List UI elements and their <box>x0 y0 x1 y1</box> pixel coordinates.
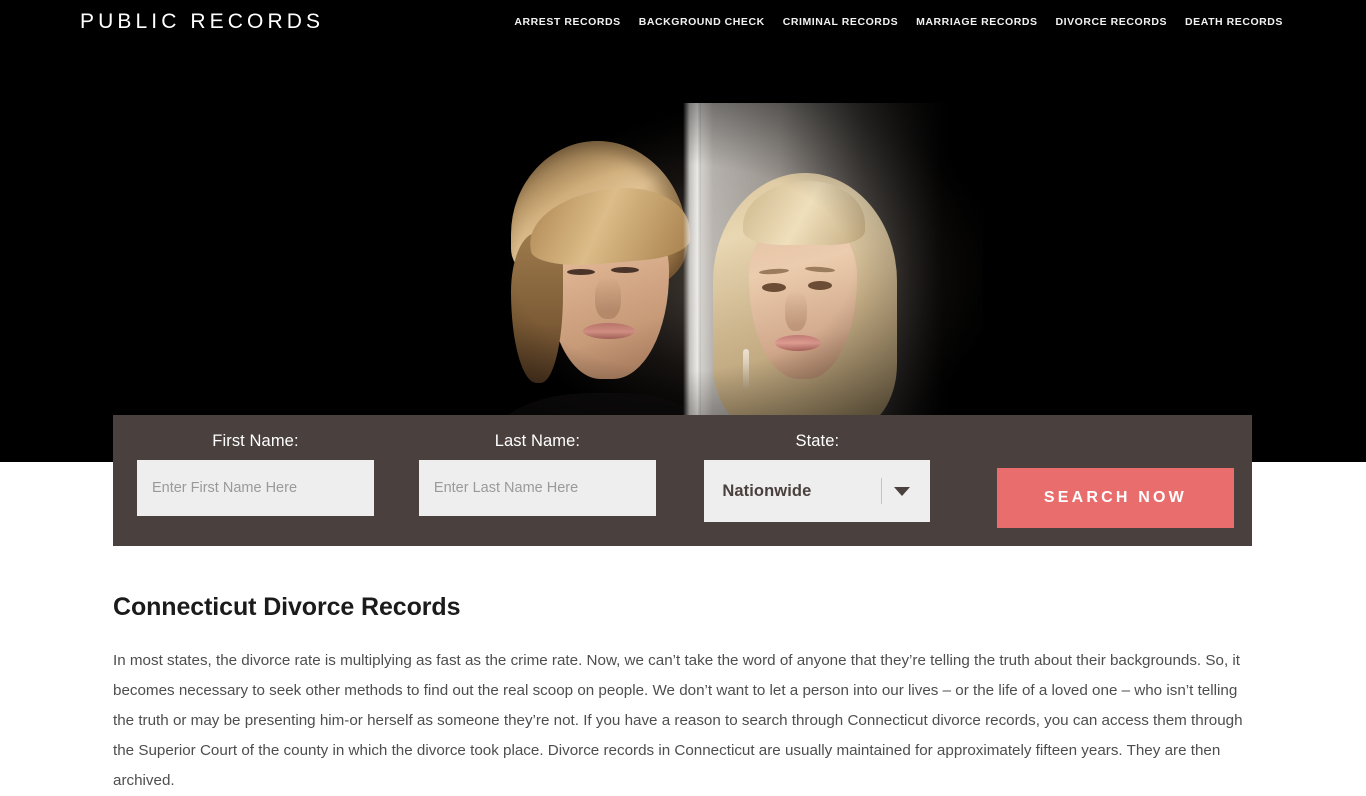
nav-item-death-records[interactable]: DEATH RECORDS <box>1176 12 1292 32</box>
state-label: State: <box>795 432 840 450</box>
last-name-input[interactable] <box>418 460 656 516</box>
last-name-label: Last Name: <box>494 432 581 450</box>
search-form-panel: First Name: Last Name: State: Nationwide… <box>113 415 1252 546</box>
photo-vignette <box>383 103 983 433</box>
first-name-input[interactable] <box>136 460 374 516</box>
search-form-fields: First Name: Last Name: State: Nationwide… <box>113 415 1252 546</box>
nav-item-background-check[interactable]: BACKGROUND CHECK <box>630 12 774 32</box>
select-divider <box>881 478 883 504</box>
first-name-field-group: First Name: <box>131 432 380 516</box>
page-title: Connecticut Divorce Records <box>113 593 461 621</box>
nav-item-marriage-records[interactable]: MARRIAGE RECORDS <box>907 12 1046 32</box>
site-logo[interactable]: PUBLIC RECORDS <box>80 10 324 34</box>
nav-item-arrest-records[interactable]: ARREST RECORDS <box>505 12 629 32</box>
nav-item-divorce-records[interactable]: DIVORCE RECORDS <box>1047 12 1177 32</box>
state-field-group: State: Nationwide <box>693 432 942 522</box>
state-selected-value: Nationwide <box>722 481 812 500</box>
chevron-down-icon <box>894 487 911 496</box>
search-now-button[interactable]: SEARCH NOW <box>996 468 1234 528</box>
hero-section: PUBLIC RECORDS ARREST RECORDS BACKGROUND… <box>0 0 1366 462</box>
article-section: Connecticut Divorce Records In most stat… <box>113 593 1246 796</box>
hero-photo <box>383 103 983 433</box>
site-header: PUBLIC RECORDS ARREST RECORDS BACKGROUND… <box>0 0 1366 44</box>
first-name-label: First Name: <box>212 432 299 450</box>
article-body: In most states, the divorce rate is mult… <box>113 652 1243 789</box>
last-name-field-group: Last Name: <box>413 432 662 516</box>
main-navigation: ARREST RECORDS BACKGROUND CHECK CRIMINAL… <box>505 12 1292 32</box>
state-select[interactable]: Nationwide <box>704 460 931 522</box>
nav-item-criminal-records[interactable]: CRIMINAL RECORDS <box>774 12 907 32</box>
